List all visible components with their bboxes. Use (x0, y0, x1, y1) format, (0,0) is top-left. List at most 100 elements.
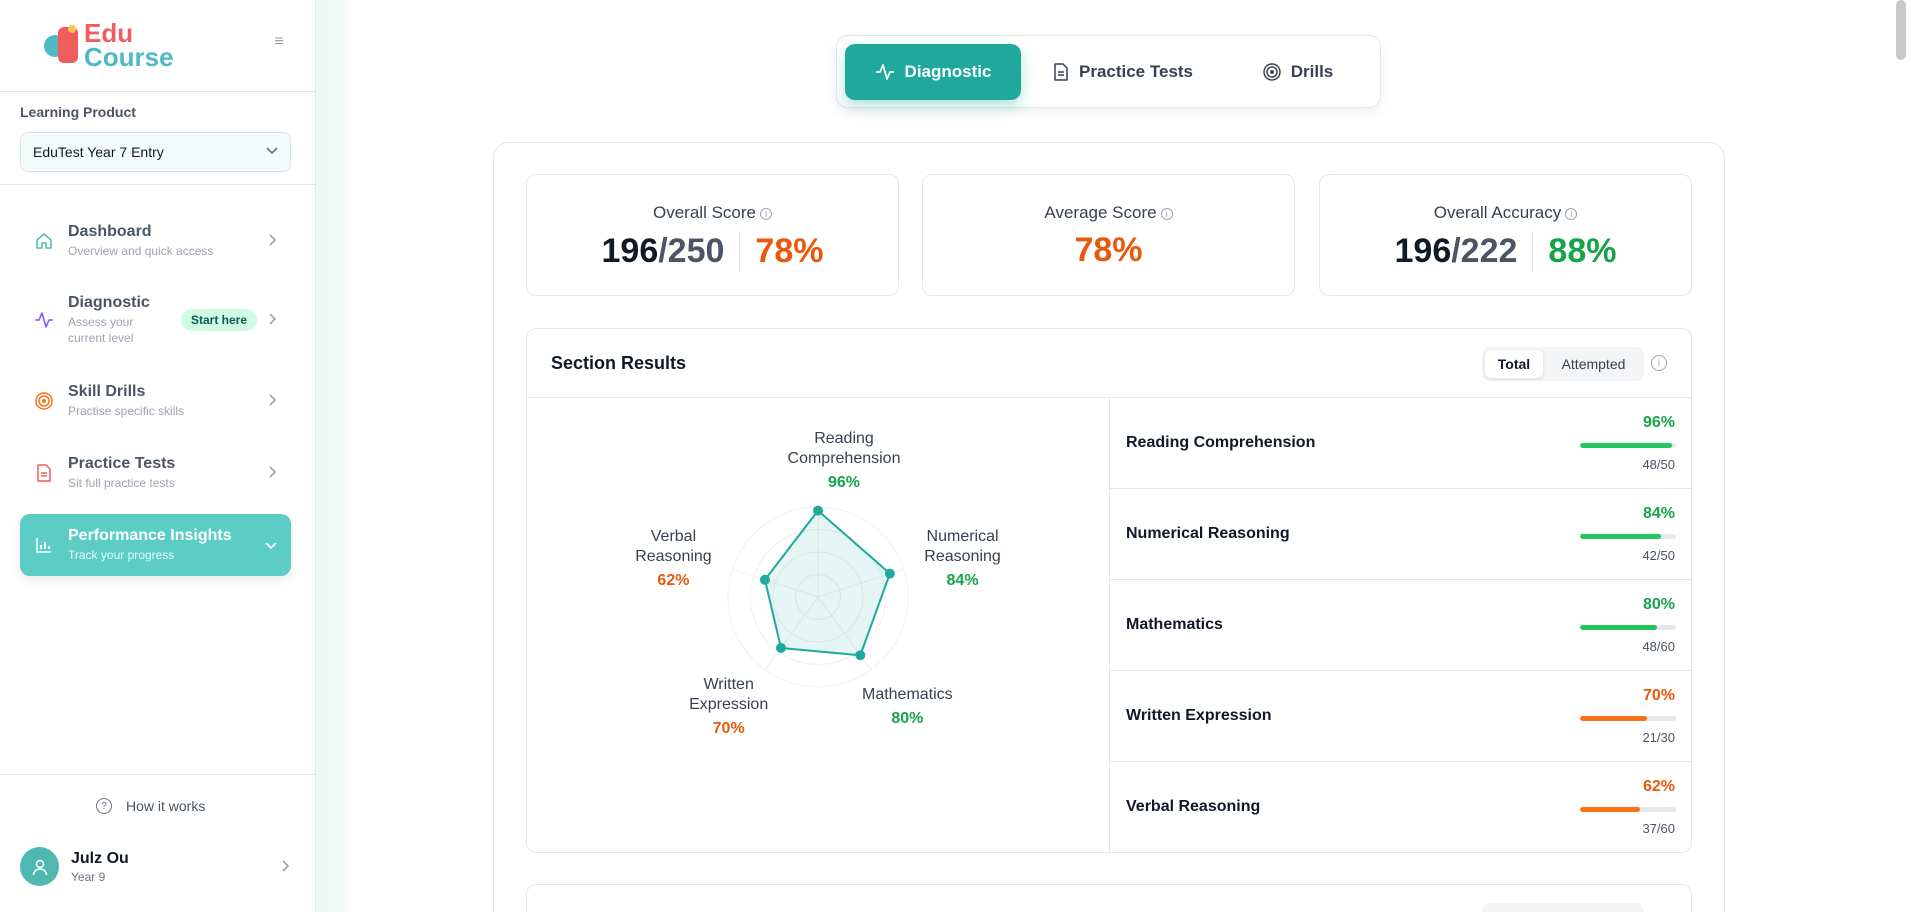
learning-product-select[interactable]: EduTest Year 7 Entry (20, 132, 291, 172)
user-icon (32, 859, 47, 875)
educourse-logo[interactable]: Edu Course (44, 20, 184, 70)
radar-point (813, 505, 823, 516)
divider (0, 774, 316, 775)
chevron-right-icon (269, 465, 277, 481)
user-name: Julz Ou (71, 849, 129, 867)
stat-label: Average Score (1044, 203, 1157, 222)
sidebar: Edu Course ≡ Learning Product EduTest Ye… (0, 0, 316, 912)
section-name: Verbal Reasoning (1126, 798, 1261, 815)
section-progress-fill (1580, 534, 1661, 539)
info-icon[interactable]: i (1565, 207, 1578, 220)
radar-value-label: 96% (828, 474, 860, 491)
tab-practice-tests[interactable]: Practice Tests (1033, 44, 1213, 100)
section-name: Mathematics (1126, 616, 1223, 633)
scrollbar[interactable] (1896, 0, 1906, 60)
avatar (20, 847, 59, 886)
stat-percent: 78% (755, 231, 824, 270)
toggle-attempted[interactable]: Attempted (1546, 350, 1641, 378)
stat-denominator: /222 (1451, 231, 1518, 270)
help-circle-icon: ? (96, 798, 112, 814)
info-icon[interactable]: i (1160, 207, 1173, 220)
home-icon (34, 231, 54, 251)
radar-value-label: 84% (947, 572, 979, 589)
toggle-total[interactable]: Total (1485, 350, 1543, 378)
sidebar-item-performance-insights[interactable]: Performance Insights Track your progress (20, 514, 291, 576)
target-icon (1262, 63, 1281, 81)
sidebar-item-subtitle: Sit full practice tests (68, 476, 175, 490)
radar-point (855, 650, 866, 661)
document-icon (1054, 63, 1068, 81)
sidebar-item-title: Diagnostic (68, 294, 150, 311)
section-percent: 80% (1642, 596, 1675, 613)
radar-axis-label: Reasoning (924, 548, 1001, 565)
radar-value-label: 70% (713, 720, 745, 737)
tab-label: Drills (1290, 62, 1334, 81)
overall-score-card: Overall Score i 196/250 78% (526, 174, 899, 296)
sidebar-item-subtitle: Assess your current level (68, 315, 134, 345)
radar-axis-label: Verbal (651, 528, 696, 545)
sidebar-item-title: Performance Insights (68, 527, 232, 544)
hamburger-menu-icon[interactable]: ≡ (270, 34, 288, 50)
learning-product-value: EduTest Year 7 Entry (33, 144, 164, 160)
sidebar-item-subtitle: Track your progress (68, 548, 175, 562)
how-it-works-link[interactable]: ? How it works (96, 798, 205, 814)
radar-point (759, 574, 770, 585)
divider (0, 91, 316, 92)
section-fraction: 37/60 (1642, 821, 1675, 836)
section-fraction: 42/50 (1642, 548, 1675, 563)
chevron-down-icon (265, 537, 277, 553)
radar-series-area (763, 509, 892, 657)
chevron-right-icon (282, 859, 290, 875)
section-progress-bar (1580, 443, 1676, 448)
sidebar-item-practice-tests[interactable]: Practice Tests Sit full practice tests (20, 442, 291, 504)
radar-value-label: 62% (657, 572, 689, 589)
radar-axis-label: Mathematics (862, 686, 953, 703)
sidebar-item-diagnostic[interactable]: Diagnostic Assess your current level Sta… (20, 286, 291, 354)
sidebar-item-skill-drills[interactable]: Skill Drills Practise specific skills (20, 370, 291, 432)
tab-diagnostic[interactable]: Diagnostic (845, 44, 1021, 100)
chevron-right-icon (269, 233, 277, 249)
total-attempted-toggle: Total Attempted (1482, 347, 1644, 381)
info-icon[interactable]: i (1651, 355, 1667, 371)
section-progress-bar (1580, 716, 1676, 721)
average-score-card: Average Score i 78% (922, 174, 1295, 296)
radar-chart: Reading Comprehension 96% Numerical Reasonin… (635, 430, 1001, 737)
section-row: Mathematics 80% 48/60 (1110, 580, 1691, 671)
section-progress-bar (1580, 534, 1676, 539)
next-card (526, 884, 1692, 912)
radar-axis-label: Reasoning (635, 548, 712, 565)
section-fraction: 48/50 (1642, 457, 1675, 472)
sidebar-item-dashboard[interactable]: Dashboard Overview and quick access (20, 210, 291, 272)
learning-product-label: Learning Product (20, 104, 136, 120)
section-row: Reading Comprehension 96% 48/50 (1110, 398, 1691, 489)
sidebar-item-subtitle: Overview and quick access (68, 244, 214, 258)
how-it-works-label: How it works (126, 798, 206, 814)
section-progress-bar (1580, 807, 1676, 812)
section-progress-fill (1580, 716, 1648, 721)
radar-axis-label: Reading (814, 430, 874, 447)
radar-axis-label: Written (703, 676, 753, 693)
section-percent: 84% (1642, 505, 1675, 522)
user-profile[interactable]: Julz Ou Year 9 (20, 847, 290, 886)
stat-denominator: /250 (658, 231, 725, 270)
radar-value-label: 80% (891, 710, 923, 727)
chevron-right-icon (269, 312, 277, 328)
radar-axis-label: Numerical (927, 528, 999, 545)
info-icon[interactable]: i (759, 207, 772, 220)
section-progress-fill (1580, 443, 1673, 448)
section-fraction: 48/60 (1642, 639, 1675, 654)
logo-mark-icon (44, 25, 82, 65)
sidebar-item-title: Dashboard (68, 223, 152, 240)
chevron-right-icon (269, 393, 277, 409)
document-icon (34, 463, 54, 483)
section-name: Numerical Reasoning (1126, 525, 1290, 542)
stat-percent: 78% (1074, 231, 1143, 269)
radar-point (775, 642, 786, 653)
stat-label: Overall Accuracy (1433, 203, 1562, 222)
tab-drills[interactable]: Drills (1223, 44, 1373, 100)
section-percent: 96% (1642, 414, 1675, 431)
radar-axis-label: Comprehension (788, 450, 901, 467)
target-icon (34, 391, 54, 411)
bar-chart-icon (34, 535, 54, 555)
section-progress-bar (1580, 625, 1676, 630)
